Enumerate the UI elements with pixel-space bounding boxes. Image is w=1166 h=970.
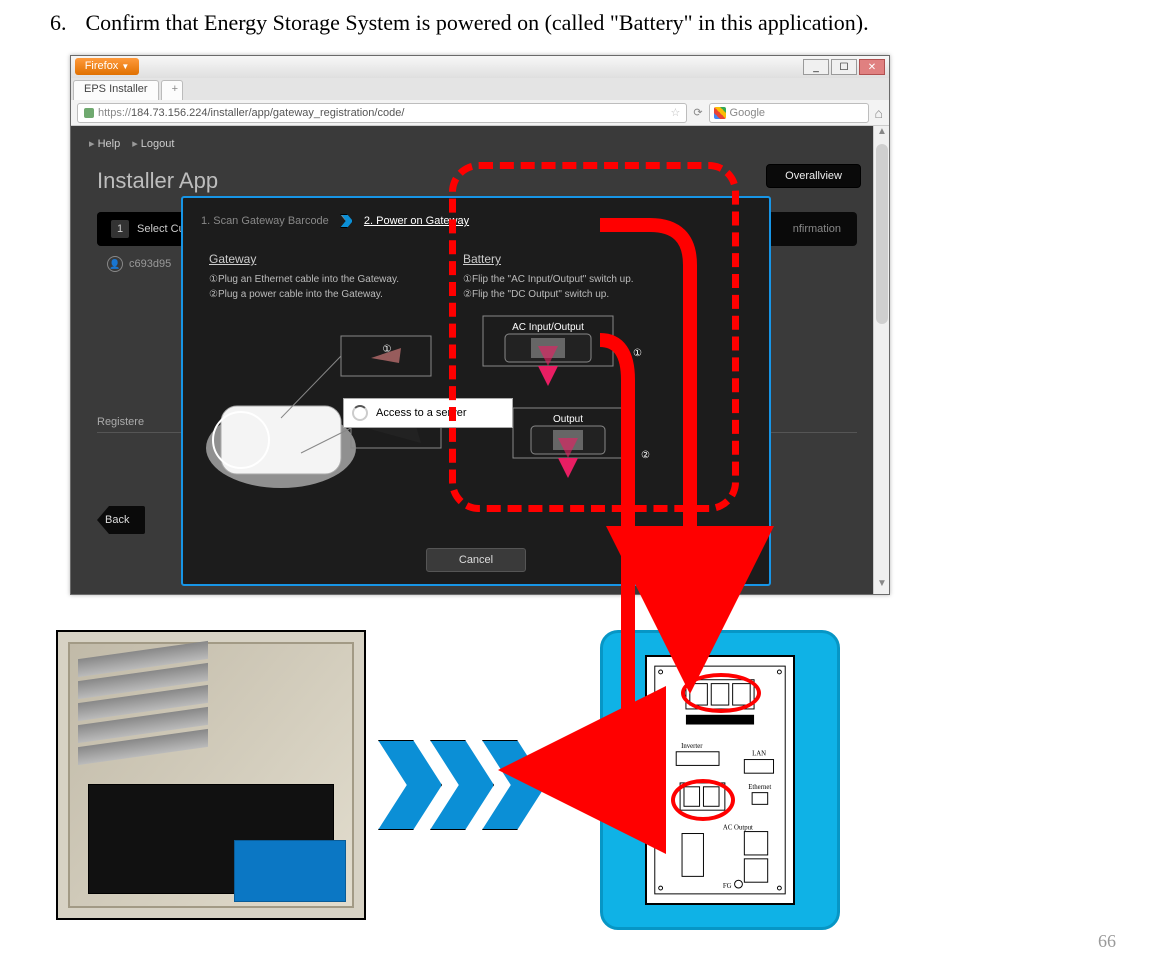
- top-links: Help Logout: [89, 137, 174, 150]
- chassis: [68, 642, 354, 908]
- gateway-line1: ①Plug an Ethernet cable into the Gateway…: [209, 272, 439, 287]
- chevron-right-icon: 〉: [340, 214, 353, 228]
- cancel-button[interactable]: Cancel: [426, 548, 526, 572]
- battery-section: Battery ①Flip the "AC Input/Output" swit…: [463, 252, 693, 302]
- google-icon: [714, 107, 726, 119]
- reload-icon[interactable]: ⟳: [693, 106, 702, 119]
- user-icon: 👤: [107, 256, 123, 272]
- app-title: Installer App: [97, 168, 218, 194]
- search-placeholder: Google: [730, 107, 765, 119]
- window-titlebar: _ ☐ ✕: [71, 56, 889, 78]
- wizard-step-last: nfirmation: [793, 223, 857, 235]
- app-header: Help Logout: [71, 126, 889, 160]
- svg-text:AC Input/Output: AC Input/Output: [512, 322, 584, 333]
- home-icon[interactable]: ⌂: [875, 105, 883, 121]
- loading-indicator: Access to a server: [343, 398, 513, 428]
- modal-power-on-gateway: 1. Scan Gateway Barcode 〉 2. Power on Ga…: [181, 196, 771, 586]
- gateway-heading: Gateway: [209, 252, 439, 266]
- step-heading: 6. Confirm that Energy Storage System is…: [50, 10, 1116, 36]
- svg-text:AC Output: AC Output: [723, 825, 753, 832]
- lock-icon: [84, 108, 94, 118]
- window-close-button[interactable]: ✕: [859, 59, 885, 75]
- gateway-section: Gateway ①Plug an Ethernet cable into the…: [209, 252, 439, 302]
- url-text: 184.73.156.224/installer/app/gateway_reg…: [131, 107, 404, 119]
- address-bar: https://184.73.156.224/installer/app/gat…: [71, 100, 889, 126]
- window-maximize-button[interactable]: ☐: [831, 59, 857, 75]
- step-text: Confirm that Energy Storage System is po…: [86, 10, 869, 35]
- svg-text:②: ②: [641, 450, 650, 461]
- svg-text:Inverter: Inverter: [681, 743, 703, 750]
- back-button[interactable]: Back: [97, 506, 145, 534]
- bookmark-star-icon[interactable]: ☆: [670, 106, 680, 119]
- help-link[interactable]: Help: [89, 137, 120, 150]
- battery-rack: [78, 641, 208, 769]
- svg-text:Output: Output: [553, 414, 583, 425]
- app-content: Help Logout Overallview Installer App 1 …: [71, 126, 889, 594]
- battery-line1: ①Flip the "AC Input/Output" switch up.: [463, 272, 693, 287]
- hardware-photo: [56, 630, 366, 920]
- modal-breadcrumb: 1. Scan Gateway Barcode 〉 2. Power on Ga…: [183, 198, 769, 242]
- new-tab-button[interactable]: +: [161, 80, 183, 100]
- chevron-icon: [378, 740, 442, 830]
- window-minimize-button[interactable]: _: [803, 59, 829, 75]
- ess-panel: Inverter LAN Ethernet AC Output FG: [645, 655, 795, 905]
- crumb-power-on: 2. Power on Gateway: [364, 215, 469, 227]
- page-number: 66: [1098, 931, 1116, 952]
- firefox-menu-button[interactable]: Firefox ▼: [75, 58, 139, 75]
- scroll-up-icon[interactable]: ▲: [874, 126, 889, 142]
- tab-bar: EPS Installer +: [71, 78, 889, 100]
- scroll-down-icon[interactable]: ▼: [874, 578, 889, 594]
- svg-text:①: ①: [633, 348, 642, 359]
- user-id: c693d95: [129, 258, 171, 270]
- crumb-scan-barcode[interactable]: 1. Scan Gateway Barcode: [201, 215, 329, 227]
- browser-tab[interactable]: EPS Installer: [73, 80, 159, 100]
- browser-window: Firefox ▼ _ ☐ ✕ EPS Installer + https://…: [70, 55, 890, 595]
- step-number: 6.: [50, 10, 80, 36]
- logout-link[interactable]: Logout: [132, 137, 174, 150]
- spinner-icon: [352, 405, 368, 421]
- battery-line2: ②Flip the "DC Output" switch up.: [463, 287, 693, 302]
- arrow-chevrons: [378, 740, 552, 830]
- scrollbar[interactable]: ▲ ▼: [873, 126, 889, 594]
- search-field[interactable]: Google: [709, 103, 869, 123]
- overallview-button[interactable]: Overallview: [766, 164, 861, 188]
- ess-diagram: Inverter LAN Ethernet AC Output FG: [600, 630, 840, 930]
- blue-panel-highlight: [234, 840, 346, 902]
- svg-text:FG: FG: [723, 883, 732, 890]
- user-row: 👤 c693d95: [107, 256, 171, 272]
- svg-text:LAN: LAN: [752, 751, 766, 758]
- scroll-thumb[interactable]: [876, 144, 888, 324]
- loading-text: Access to a server: [376, 407, 466, 419]
- gateway-line2: ②Plug a power cable into the Gateway.: [209, 287, 439, 302]
- svg-text:Ethernet: Ethernet: [748, 784, 771, 791]
- url-field[interactable]: https://184.73.156.224/installer/app/gat…: [77, 103, 687, 123]
- registered-label: Registere: [97, 416, 144, 428]
- battery-heading: Battery: [463, 252, 693, 266]
